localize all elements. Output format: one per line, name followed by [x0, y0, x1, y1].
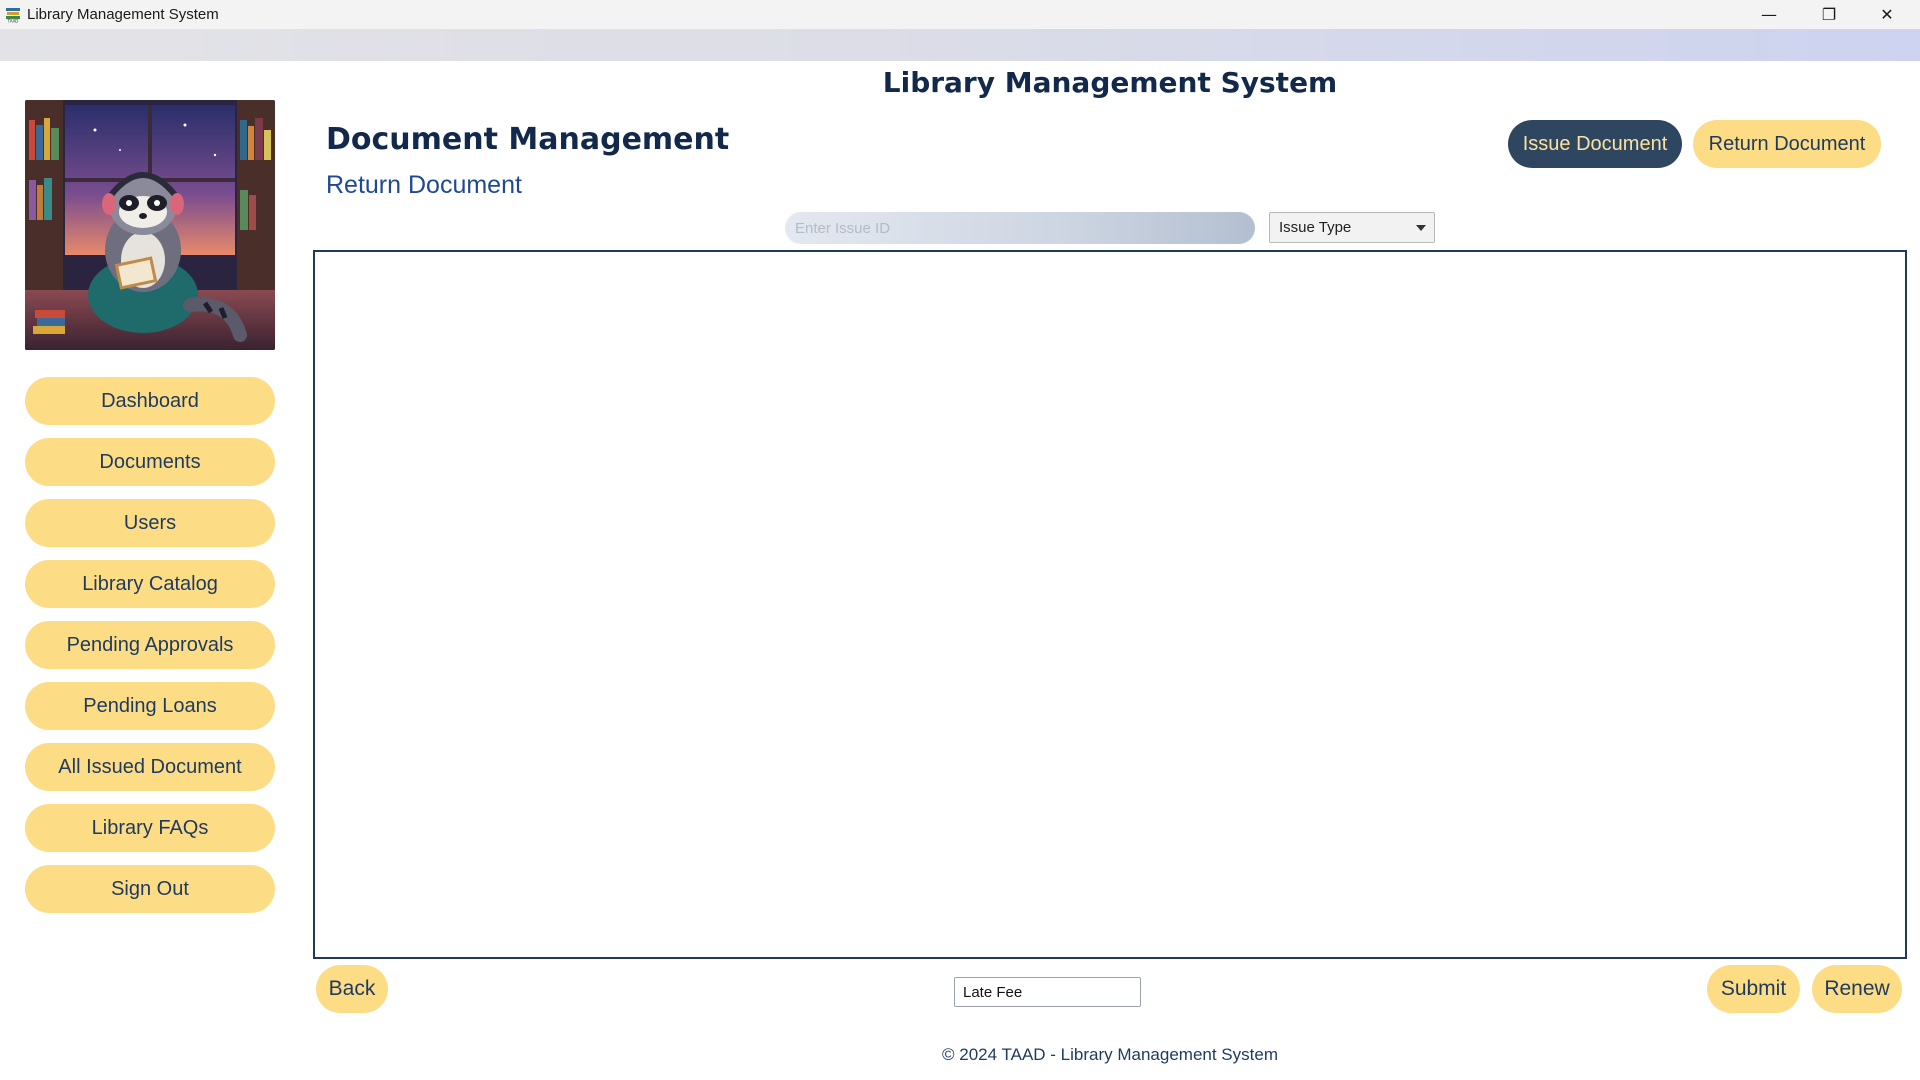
header-gradient-strip — [0, 29, 1920, 61]
sidebar-item-users[interactable]: Users — [25, 499, 275, 547]
sidebar-item-library-catalog[interactable]: Library Catalog — [25, 560, 275, 608]
close-button[interactable]: ✕ — [1858, 0, 1916, 29]
app-main-title: Library Management System — [882, 66, 1338, 99]
submit-button[interactable]: Submit — [1707, 965, 1800, 1013]
app-logo-icon: TAAD — [6, 8, 20, 24]
close-icon: ✕ — [1880, 5, 1894, 24]
return-document-content-panel — [313, 250, 1907, 959]
window-title: Library Management System — [27, 6, 219, 23]
page-title: Document Management — [326, 122, 730, 157]
minimize-button[interactable]: — — [1740, 0, 1798, 29]
late-fee-field[interactable] — [954, 977, 1141, 1007]
footer-copyright: © 2024 TAAD - Library Management System — [942, 1045, 1278, 1064]
sidebar-item-dashboard[interactable]: Dashboard — [25, 377, 275, 425]
maximize-button[interactable]: ❐ — [1800, 0, 1858, 29]
return-document-button[interactable]: Return Document — [1693, 120, 1881, 168]
sidebar-item-all-issued-document[interactable]: All Issued Document — [25, 743, 275, 791]
back-button[interactable]: Back — [316, 965, 388, 1013]
issue-id-input[interactable] — [785, 212, 1255, 244]
issue-document-button[interactable]: Issue Document — [1508, 120, 1682, 168]
sidebar-item-documents[interactable]: Documents — [25, 438, 275, 486]
window-titlebar: TAAD Library Management System — ❐ ✕ — [0, 0, 1920, 29]
renew-button[interactable]: Renew — [1812, 965, 1902, 1013]
restore-icon: ❐ — [1821, 5, 1837, 24]
raccoon-reading-illustration — [25, 100, 275, 350]
minimize-icon: — — [1761, 5, 1777, 24]
sidebar-item-sign-out[interactable]: Sign Out — [25, 865, 275, 913]
app-main-title-wrap: Library Management System — [0, 66, 1920, 99]
issue-type-selected-value: Issue Type — [1279, 219, 1352, 236]
dropdown-caret-icon — [1416, 225, 1426, 231]
sidebar-item-pending-approvals[interactable]: Pending Approvals — [25, 621, 275, 669]
sidebar-item-library-faqs[interactable]: Library FAQs — [25, 804, 275, 852]
svg-text:TAAD: TAAD — [7, 19, 19, 24]
sidebar-item-pending-loans[interactable]: Pending Loans — [25, 682, 275, 730]
page-subtitle: Return Document — [326, 171, 522, 199]
issue-type-select[interactable]: Issue Type — [1269, 212, 1435, 243]
